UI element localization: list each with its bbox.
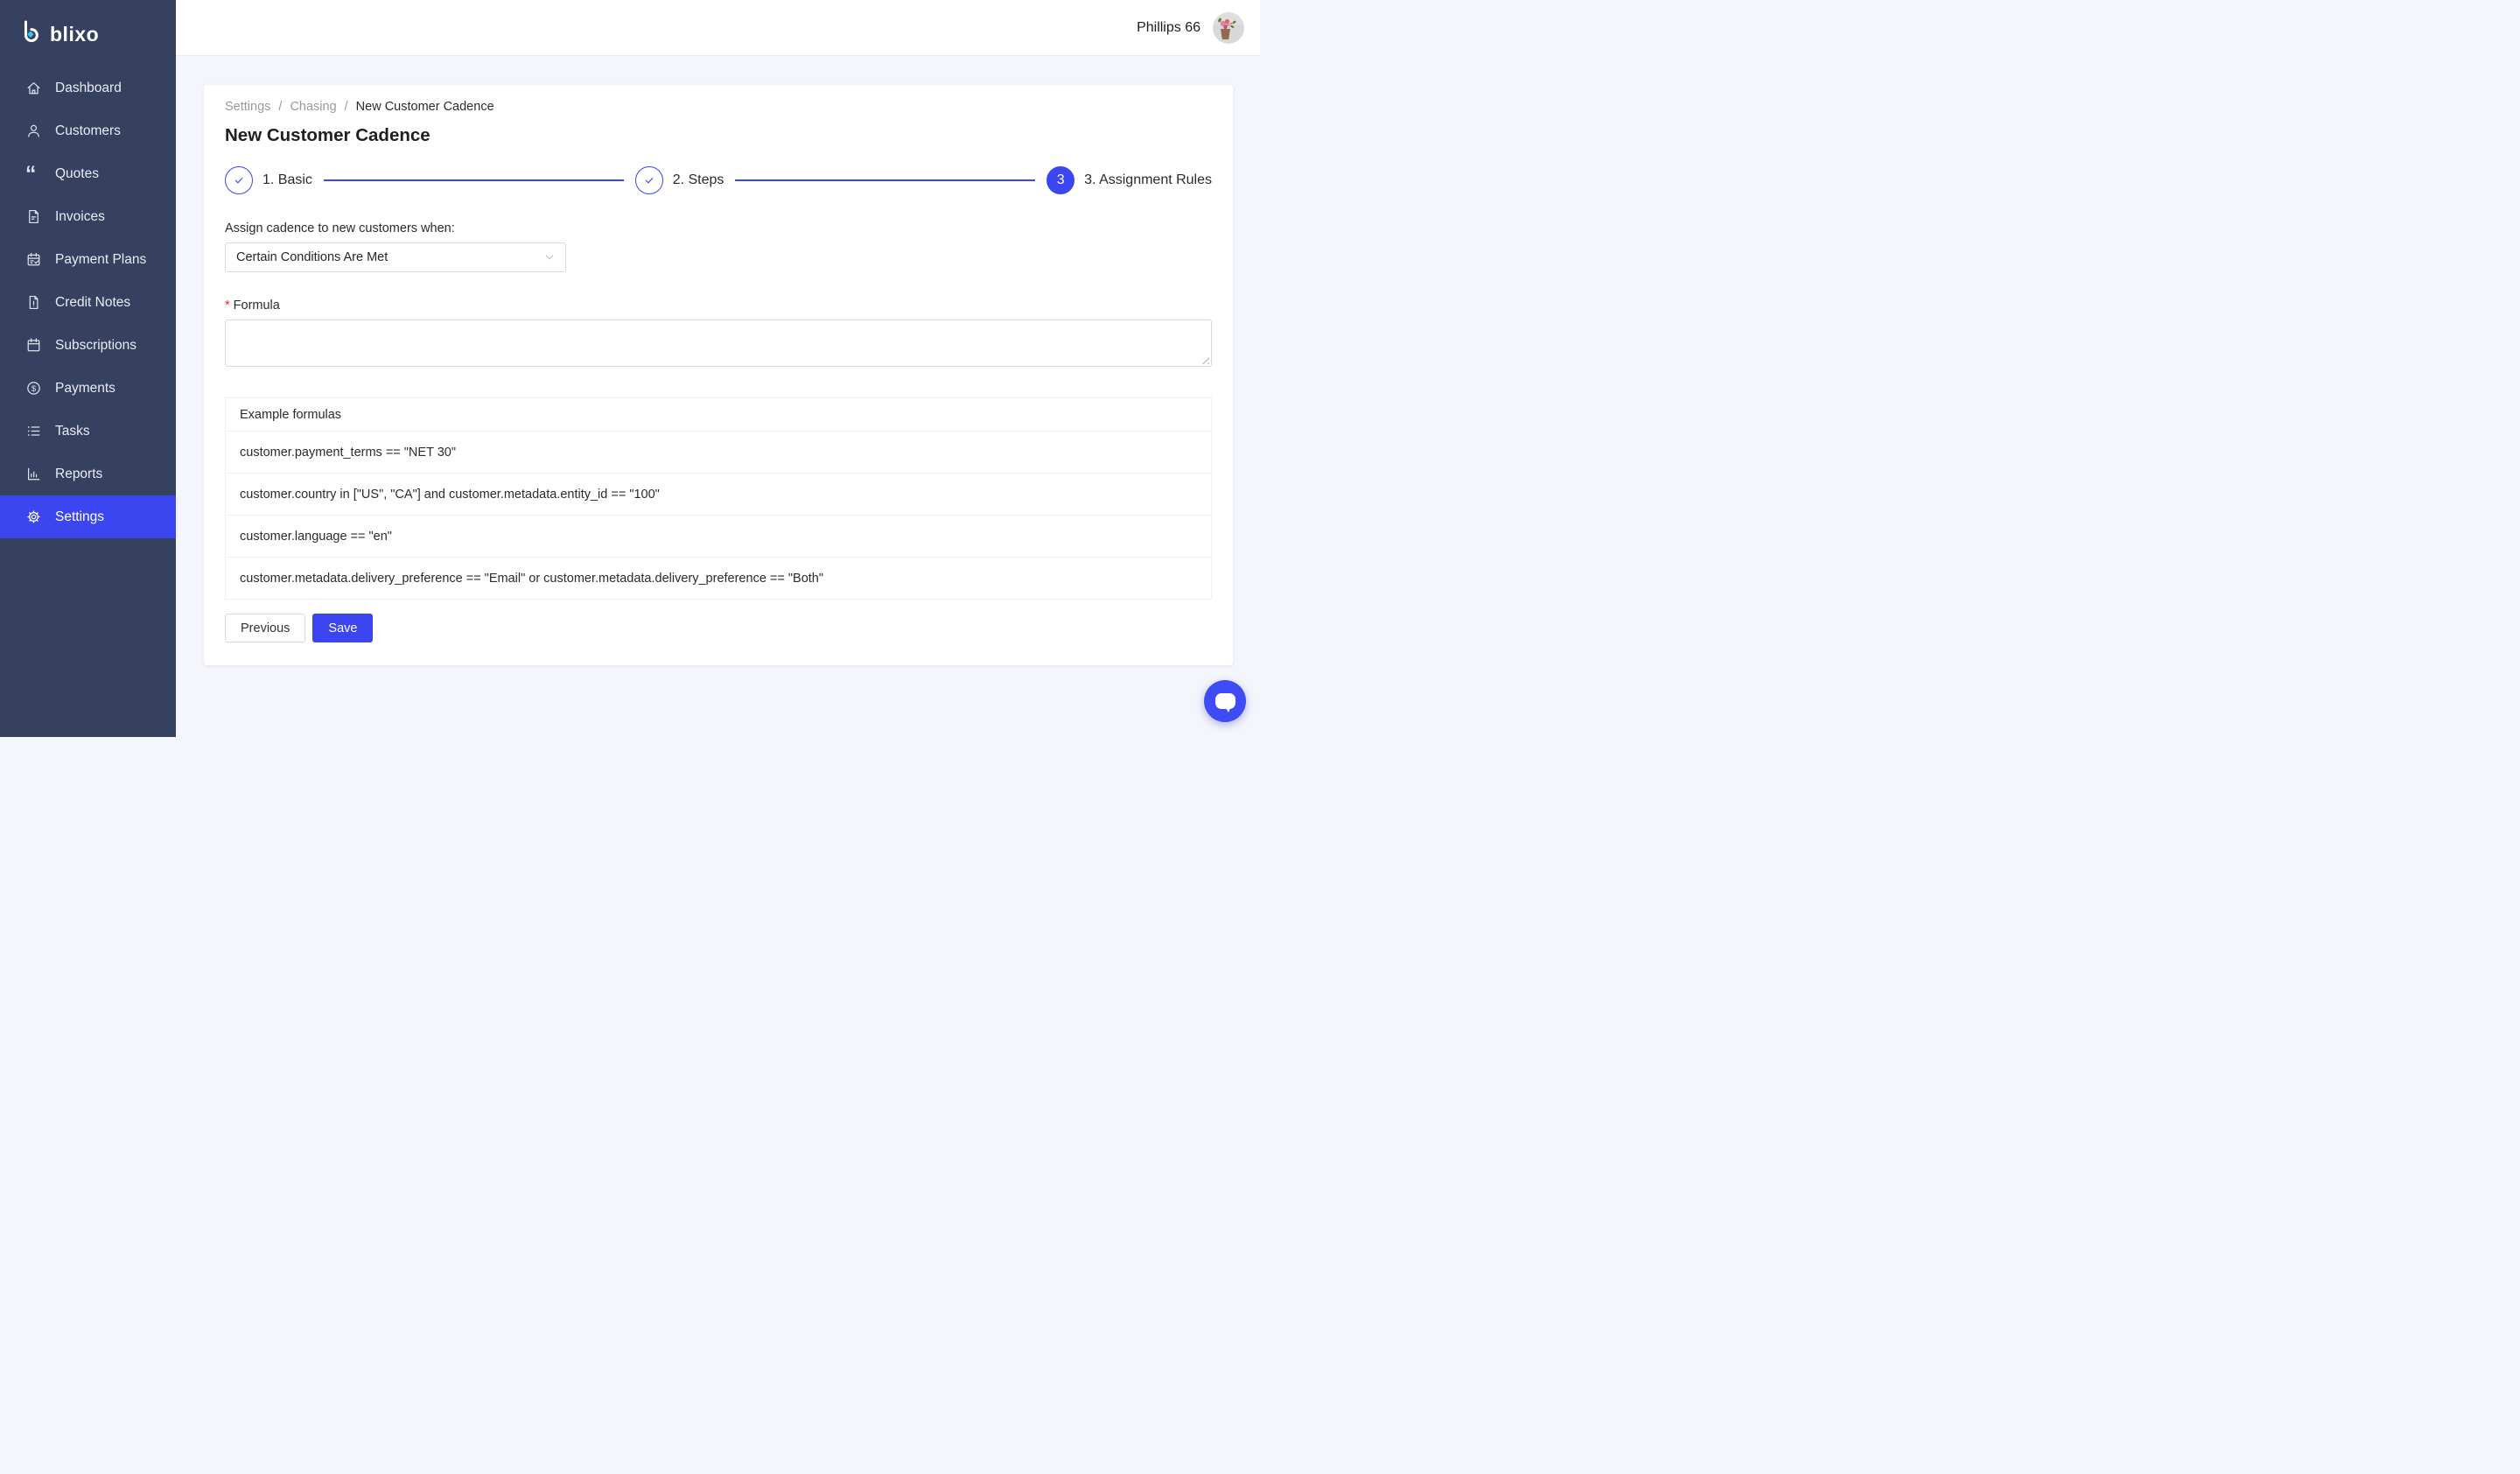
example-formula-row[interactable]: customer.country in ["US", "CA"] and cus…	[226, 474, 1212, 516]
sidebar-item-payment-plans[interactable]: Payment Plans	[0, 238, 176, 281]
sidebar-item-label: Credit Notes	[55, 295, 130, 311]
sidebar-item-label: Payment Plans	[55, 252, 146, 268]
user-avatar	[1213, 12, 1244, 44]
sidebar-item-settings[interactable]: Settings	[0, 495, 176, 538]
sidebar-item-payments[interactable]: $ Payments	[0, 367, 176, 410]
step-number-badge: 3	[1046, 166, 1074, 194]
calendar-icon	[25, 337, 42, 354]
step-assignment-rules[interactable]: 3 3. Assignment Rules	[1046, 166, 1212, 194]
breadcrumb-separator: /	[278, 100, 282, 114]
sidebar-item-label: Payments	[55, 381, 116, 397]
step-connector	[735, 179, 1035, 181]
invoice-icon	[25, 208, 42, 225]
top-header: Phillips 66	[176, 0, 1260, 56]
sidebar-item-label: Reports	[55, 467, 102, 482]
chat-bubble-icon	[1215, 693, 1236, 709]
breadcrumb-current: New Customer Cadence	[356, 100, 494, 114]
sidebar-item-label: Subscriptions	[55, 338, 136, 354]
brand-name: blixo	[50, 23, 99, 46]
step-label: 1. Basic	[262, 172, 312, 188]
sidebar-item-dashboard[interactable]: Dashboard	[0, 67, 176, 109]
breadcrumb-settings[interactable]: Settings	[225, 100, 270, 114]
blixo-logo-icon	[19, 19, 42, 50]
app-root: blixo Dashboard Customers	[0, 0, 1260, 737]
step-connector	[324, 179, 624, 181]
formula-label: *Formula	[225, 298, 1212, 312]
step-label: 3. Assignment Rules	[1084, 172, 1212, 188]
svg-text:$: $	[32, 384, 37, 394]
sidebar-item-label: Invoices	[55, 209, 105, 225]
page-title: New Customer Cadence	[225, 125, 1212, 146]
example-formulas-table: Example formulas customer.payment_terms …	[225, 397, 1212, 600]
sidebar-item-reports[interactable]: Reports	[0, 453, 176, 495]
sidebar-item-credit-notes[interactable]: Credit Notes	[0, 281, 176, 324]
file-exclamation-icon	[25, 294, 42, 311]
example-formula-row[interactable]: customer.payment_terms == "NET 30"	[226, 432, 1212, 474]
example-formula-row[interactable]: customer.language == "en"	[226, 516, 1212, 558]
sidebar-item-tasks[interactable]: Tasks	[0, 410, 176, 453]
chevron-down-icon	[544, 252, 555, 263]
home-icon	[25, 80, 42, 96]
svg-text:“: “	[25, 165, 36, 182]
formula-input[interactable]	[225, 319, 1212, 367]
sidebar-item-invoices[interactable]: Invoices	[0, 195, 176, 238]
calendar-check-icon	[25, 251, 42, 268]
sidebar-item-label: Settings	[55, 509, 104, 525]
content-card: Settings / Chasing / New Customer Cadenc…	[204, 85, 1233, 665]
form-actions: Previous Save	[225, 614, 1212, 642]
sidebar-item-label: Tasks	[55, 424, 90, 439]
user-menu[interactable]: Phillips 66	[1137, 12, 1244, 44]
step-finished-check-icon	[225, 166, 253, 194]
step-finished-check-icon	[635, 166, 663, 194]
sidebar-item-customers[interactable]: Customers	[0, 109, 176, 152]
gear-icon	[25, 509, 42, 525]
sidebar-item-quotes[interactable]: “ Quotes	[0, 152, 176, 195]
breadcrumb: Settings / Chasing / New Customer Cadenc…	[225, 100, 1212, 114]
step-steps[interactable]: 2. Steps	[635, 166, 724, 194]
assign-condition-selected-value: Certain Conditions Are Met	[236, 250, 388, 264]
brand-logo[interactable]: blixo	[0, 0, 176, 54]
sidebar-item-label: Customers	[55, 123, 121, 139]
bar-chart-icon	[25, 466, 42, 482]
chat-launcher-button[interactable]	[1204, 680, 1246, 722]
step-label: 2. Steps	[673, 172, 724, 188]
save-button[interactable]: Save	[312, 614, 373, 642]
assign-condition-select[interactable]: Certain Conditions Are Met	[225, 242, 566, 272]
dollar-circle-icon: $	[25, 380, 42, 397]
breadcrumb-separator: /	[345, 100, 348, 114]
previous-button[interactable]: Previous	[225, 614, 305, 642]
sidebar-nav: Dashboard Customers “ Quotes	[0, 67, 176, 538]
formula-field-wrap	[225, 319, 1212, 367]
main-content: Settings / Chasing / New Customer Cadenc…	[176, 56, 1260, 737]
assign-condition-label: Assign cadence to new customers when:	[225, 221, 1212, 235]
list-icon	[25, 423, 42, 439]
required-asterisk: *	[225, 298, 230, 312]
quote-icon: “	[25, 165, 42, 182]
user-name: Phillips 66	[1137, 20, 1200, 36]
example-formulas-header: Example formulas	[226, 398, 1212, 432]
step-basic[interactable]: 1. Basic	[225, 166, 312, 194]
sidebar-item-label: Quotes	[55, 166, 99, 182]
person-icon	[25, 123, 42, 139]
example-formula-row[interactable]: customer.metadata.delivery_preference ==…	[226, 558, 1212, 600]
sidebar-item-subscriptions[interactable]: Subscriptions	[0, 324, 176, 367]
steps-wizard: 1. Basic 2. Steps 3 3. Assignment Rules	[225, 166, 1212, 194]
sidebar: blixo Dashboard Customers	[0, 0, 176, 737]
breadcrumb-chasing[interactable]: Chasing	[290, 100, 336, 114]
sidebar-item-label: Dashboard	[55, 81, 122, 96]
